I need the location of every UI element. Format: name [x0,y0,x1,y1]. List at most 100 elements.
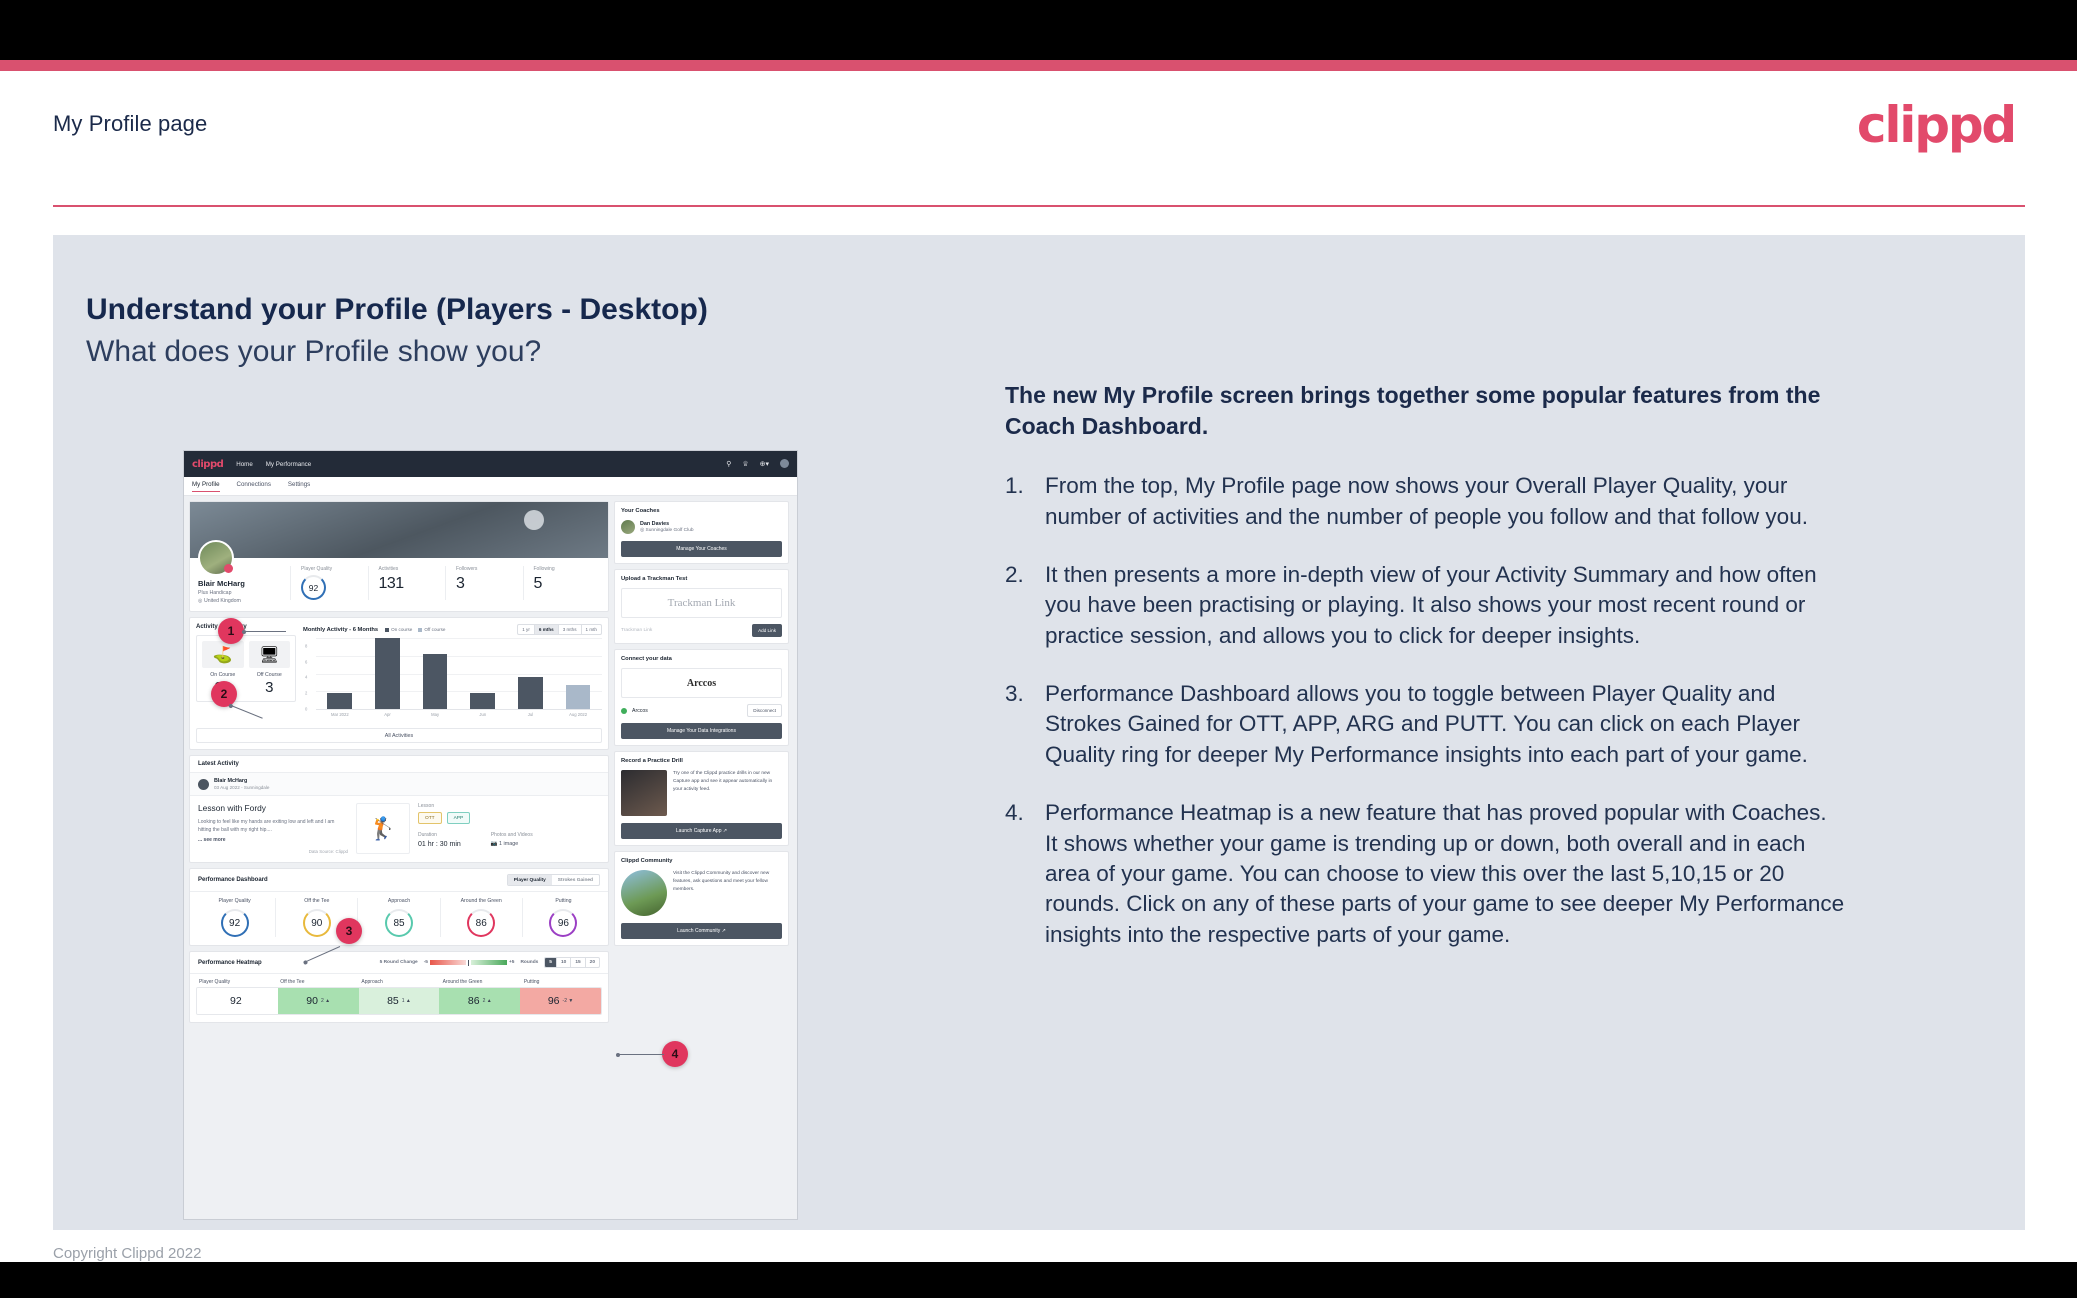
see-more-link[interactable]: ... see more [198,837,348,843]
profile-avatar[interactable] [198,540,234,576]
scale-positive-gradient [470,960,507,965]
callout-badge[interactable]: 1 [218,618,244,644]
bar-jun[interactable] [470,693,496,709]
nav-link-home[interactable]: Home [236,461,253,468]
launch-community-button[interactable]: Launch Community ↗ [621,923,782,939]
ring-approach[interactable]: Approach 85 [358,898,441,937]
tile-label: Off Course [256,672,282,678]
monitor-icon: 🖥 [248,641,290,668]
tag-ott[interactable]: OTT [418,812,442,824]
rounds-20[interactable]: 20 [586,958,599,967]
stat-value: 5 [533,575,543,592]
range-6mths[interactable]: 6 mths [534,625,559,634]
callout-badge[interactable]: 3 [336,918,362,944]
trackman-title: Upload a Trackman Test [621,576,688,582]
coach-row[interactable]: Dan Davies ◎ Sunningdale Golf Club [621,520,782,534]
rounds-selector: 5 10 15 20 [544,957,600,968]
tag-app[interactable]: APP [446,812,471,824]
nav-icon-group: ⚲ ♕ ⊕▾ [726,455,789,473]
activity-description: Looking to feel like my hands are exitin… [198,819,335,833]
bar-mar[interactable] [327,693,353,709]
stat-activities[interactable]: Activities 131 [367,566,446,600]
launch-capture-app-button[interactable]: Launch Capture App ↗ [621,823,782,839]
all-activities-button[interactable]: All Activities [196,728,602,743]
scale-max: +5 [508,960,515,965]
heatmap-cell-around-the-green[interactable]: 86 2 ▲ [439,988,521,1014]
nav-link-my-performance[interactable]: My Performance [266,461,311,468]
range-1mth[interactable]: 1 mth [582,625,602,634]
ytick: 2 [305,690,308,696]
edit-photo-icon[interactable] [224,564,233,573]
disconnect-button[interactable]: Disconnect [747,704,782,717]
cell-delta: 2 ▲ [482,998,492,1004]
range-3mths[interactable]: 3 mths [559,625,582,634]
header-divider [53,205,2025,207]
tab-my-profile[interactable]: My Profile [192,481,220,492]
stat-player-quality[interactable]: Player Quality 92 [290,566,368,600]
rounds-10[interactable]: 10 [557,958,572,967]
ring-player-quality[interactable]: Player Quality 92 [194,898,277,937]
activity-meta: Lesson OTT APP Duration 01 hr : 30 min P… [418,803,600,854]
bar-aug[interactable] [565,685,591,709]
scale-negative-gradient [429,960,466,965]
author-avatar [198,778,209,790]
rounds-15[interactable]: 15 [571,958,586,967]
heatmap-cell-putting[interactable]: 96 -2 ▼ [520,988,601,1014]
callout-badge[interactable]: 2 [211,681,237,707]
profile-handicap: Plus Handicap [198,590,232,596]
chart-title: Monthly Activity - 6 Months [303,626,379,633]
chart-bars [316,638,602,709]
heatmap-cell-player-quality[interactable]: 92 [197,988,278,1014]
clippd-logo: clippd [1856,96,2017,154]
callout-1: 1 [218,618,286,644]
callout-badge[interactable]: 4 [662,1041,688,1067]
ring-putting[interactable]: Putting 96 [523,898,604,937]
list-text: It then presents a more in-depth view of… [1045,561,1817,648]
tab-connections[interactable]: Connections [237,481,271,491]
manage-data-integrations-button[interactable]: Manage Your Data Integrations [621,723,782,739]
tile-value: 3 [265,679,274,696]
practice-drill-media: Try one of the Clippd practice drills in… [621,770,782,816]
range-1yr[interactable]: 1 yr [518,625,535,634]
ring-value: 90 [311,917,323,929]
profile-identity: Blair McHarg Plus Handicap ◎ United King… [198,540,290,604]
community-icon[interactable]: ♕ [742,461,748,468]
scale-min: -5 [423,960,428,965]
chart-header: Monthly Activity - 6 Months On course Of… [303,624,602,635]
trackman-upload-card: Upload a Trackman Test Trackman Link Tra… [614,569,789,644]
add-icon[interactable]: ⊕▾ [760,461,769,468]
performance-heatmap-title: Performance Heatmap [198,959,262,966]
rounds-5[interactable]: 5 [545,958,557,967]
bar-jul[interactable] [518,677,543,709]
bar-may[interactable] [422,653,448,709]
search-icon[interactable]: ⚲ [726,461,731,468]
avatar[interactable] [780,455,789,473]
list-text: Performance Heatmap is a new feature tha… [1045,800,1845,947]
cell-delta: -2 ▼ [562,998,574,1004]
player-quality-ring[interactable]: 92 [301,575,326,600]
tile-off-course[interactable]: 🖥 Off Course 3 [248,641,290,696]
profile-cover-image [190,502,608,558]
slide-canvas: My Profile page clippd Understand your P… [0,71,2077,1262]
activity-title[interactable]: Lesson with Fordy [198,803,348,813]
stat-followers[interactable]: Followers 3 [445,566,523,600]
ring-label: Putting [555,898,572,904]
ring-around-the-green[interactable]: Around the Green 86 [441,898,523,937]
stat-following[interactable]: Following 5 [522,566,601,600]
manage-coaches-button[interactable]: Manage Your Coaches [621,541,782,557]
dashboard-mode-toggle: Player Quality Strokes Gained [506,874,600,886]
explainer-lede: The new My Profile screen brings togethe… [1005,382,1821,439]
add-link-button[interactable]: Add Link [752,624,782,637]
heatmap-cell-approach[interactable]: 85 1 ▲ [358,988,440,1014]
profile-row: Blair McHarg Plus Handicap ◎ United King… [190,540,608,611]
xtick: Jul [527,712,534,717]
tab-settings[interactable]: Settings [288,481,310,491]
list-number: 3. [1005,681,1024,707]
toggle-strokes-gained[interactable]: Strokes Gained [552,875,599,885]
app-body: Blair McHarg Plus Handicap ◎ United King… [184,496,797,1033]
bar-apr[interactable] [375,638,400,709]
toggle-player-quality[interactable]: Player Quality [507,875,552,885]
list-item: 3. Performance Dashboard allows you to t… [1005,679,1845,770]
trackman-link-input[interactable]: Trackman Link [621,628,747,633]
heatmap-cell-off-the-tee[interactable]: 90 2 ▲ [277,988,359,1014]
